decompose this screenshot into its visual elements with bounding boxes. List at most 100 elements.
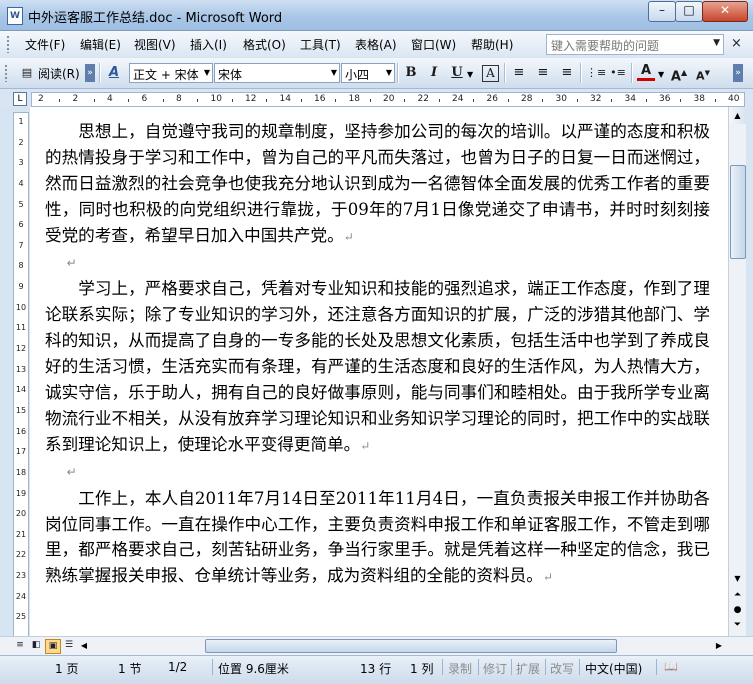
status-overtype[interactable]: 改写 [550,660,574,677]
reading-mode-button[interactable]: 阅读(R) [38,65,80,82]
menu-edit[interactable]: 编辑(E) [80,36,121,53]
ruler-tick [507,99,509,102]
status-section[interactable]: 1 节 [118,660,141,677]
scroll-up-icon[interactable]: ▲ [729,107,746,124]
vertical-ruler-number: 3 [18,158,24,168]
paragraph-mark-icon: ↵ [542,570,553,585]
previous-page-icon[interactable]: ⏶ [729,588,746,603]
spelling-grammar-icon[interactable]: 📖 [664,660,678,673]
status-page-of[interactable]: 1/2 [168,660,187,674]
document-body[interactable]: 思想上，自觉遵守我司的规章制度，坚持参加公司的每次的培训。以严谨的态度和积极的热… [45,119,710,591]
scroll-down-icon[interactable]: ▼ [729,570,746,587]
menu-insert[interactable]: 插入(I) [190,36,227,53]
vertical-scrollbar[interactable]: ▲ ▼ ⏶ ● ⏷ [728,107,746,636]
font-select-value: 宋体 [218,68,243,82]
toolbar-overflow-icon[interactable]: » [733,64,743,82]
menu-format[interactable]: 格式(O) [243,36,286,53]
toolbar-grip-handle[interactable] [4,64,8,82]
close-button[interactable]: ✕ [702,1,748,22]
document-page[interactable]: 思想上，自觉遵守我司的规章制度，坚持参加公司的每次的培训。以严谨的态度和积极的热… [30,107,728,636]
bullets-icon[interactable]: •≡ [609,64,627,82]
bold-button[interactable]: B [402,64,420,82]
normal-view-icon[interactable]: ≡ [13,639,27,652]
status-line[interactable]: 13 行 [360,660,391,677]
maximize-button[interactable]: □ [675,1,703,22]
vertical-ruler-number: 10 [15,302,27,312]
font-size-select[interactable]: 小四 ▼ [341,63,395,83]
help-search-input[interactable]: 键入需要帮助的问题 ▼ [546,34,724,55]
empty-paragraph[interactable]: ↵ [45,460,710,486]
paragraph-mark-icon: ↵ [343,229,354,244]
ruler-tick [162,99,164,102]
styles-formatting-icon[interactable]: A [105,64,123,82]
horizontal-ruler[interactable]: 2 2 4 6 8 10 12 14 16 18 20 22 24 26 28 30 32 34 36 38 40 [31,92,745,107]
ruler-tick [542,99,544,102]
ruler-number: 24 [452,94,464,104]
status-page[interactable]: 1 页 [55,660,78,677]
align-right-icon[interactable]: ≡ [558,64,576,82]
align-center-icon[interactable]: ≡ [534,64,552,82]
paragraph-work[interactable]: 工作上，本人自2011年7月14日至2011年11月4日，一直负责报关申报工作并… [45,486,710,592]
scroll-left-icon[interactable]: ◀ [77,638,91,653]
minimize-button[interactable]: – [648,1,676,22]
ruler-tick [576,99,578,102]
menu-file[interactable]: 文件(F) [25,36,65,53]
paragraph-ideology[interactable]: 思想上，自觉遵守我司的规章制度，坚持参加公司的每次的培训。以严谨的态度和积极的热… [45,119,710,251]
font-color-button[interactable]: A [637,64,655,81]
vertical-ruler[interactable]: 1 2 3 4 5 6 7 8 9 10 11 12 13 14 15 16 17 18 19 20 21 22 23 24 2… [13,112,29,638]
status-column[interactable]: 1 列 [410,660,433,677]
menu-tools[interactable]: 工具(T) [300,36,341,53]
style-select[interactable]: 正文 + 宋体 ▼ [129,63,213,83]
scroll-right-icon[interactable]: ▶ [712,638,726,653]
chevron-down-icon[interactable]: ▼ [713,38,720,48]
grow-font-button[interactable]: A▲ [670,64,688,85]
empty-paragraph[interactable]: ↵ [45,251,710,277]
align-justify-icon[interactable]: ≡ [510,64,528,82]
vertical-ruler-number: 12 [15,344,27,354]
ruler-tick [645,99,647,102]
shrink-font-button[interactable]: A▼ [694,64,712,83]
vertical-ruler-number: 13 [15,364,27,374]
vertical-scroll-thumb[interactable] [730,165,746,259]
title-bar: W 中外运客服工作总结.doc - Microsoft Word – □ ✕ [0,0,753,31]
status-track-changes[interactable]: 修订 [483,660,507,677]
menu-table[interactable]: 表格(A) [355,36,397,53]
ruler-number: 4 [107,94,113,104]
vertical-ruler-number: 17 [15,447,27,457]
chevron-down-icon[interactable]: ▼ [331,68,337,77]
horizontal-scroll-thumb[interactable] [205,639,617,653]
word-app-icon[interactable]: W [7,7,23,25]
toolbar-overflow-icon[interactable]: » [85,64,95,82]
status-position[interactable]: 位置 9.6厘米 [218,660,289,677]
numbering-icon[interactable]: ⋮≡ [586,64,606,82]
grow-font-label: A [670,69,681,85]
web-view-icon[interactable]: ◧ [29,639,43,652]
ruler-tick [128,99,130,102]
chevron-down-icon[interactable]: ▼ [658,70,664,79]
menu-view[interactable]: 视图(V) [134,36,176,53]
character-border-button[interactable]: A [482,65,499,82]
menu-grip-handle[interactable] [6,35,10,53]
font-select[interactable]: 宋体 ▼ [214,63,340,83]
vertical-ruler-number: 9 [18,282,24,292]
close-document-icon[interactable]: × [731,36,742,51]
chevron-down-icon[interactable]: ▼ [204,68,210,77]
italic-button[interactable]: I [425,64,443,82]
status-extend[interactable]: 扩展 [516,660,540,677]
outline-view-icon[interactable]: ☰ [62,639,76,652]
status-language[interactable]: 中文(中国) [585,660,642,677]
tab-selector-icon[interactable]: L [13,92,27,106]
paragraph-study[interactable]: 学习上，严格要求自己，凭着对专业知识和技能的强烈追求，端正工作态度，作到了理论联… [45,276,710,459]
window-title: 中外运客服工作总结.doc - Microsoft Word [28,11,283,26]
menu-help[interactable]: 帮助(H) [471,36,513,53]
chevron-down-icon[interactable]: ▼ [467,70,473,79]
menu-window[interactable]: 窗口(W) [411,36,456,53]
select-browse-object-icon[interactable]: ● [729,603,746,618]
ruler-number: 14 [279,94,291,104]
chevron-down-icon[interactable]: ▼ [386,68,392,77]
status-record-macro[interactable]: 录制 [448,660,472,677]
print-layout-view-icon[interactable]: ▣ [45,639,61,654]
underline-button[interactable]: U [448,64,466,82]
ruler-tick [59,99,61,102]
next-page-icon[interactable]: ⏷ [729,618,746,633]
